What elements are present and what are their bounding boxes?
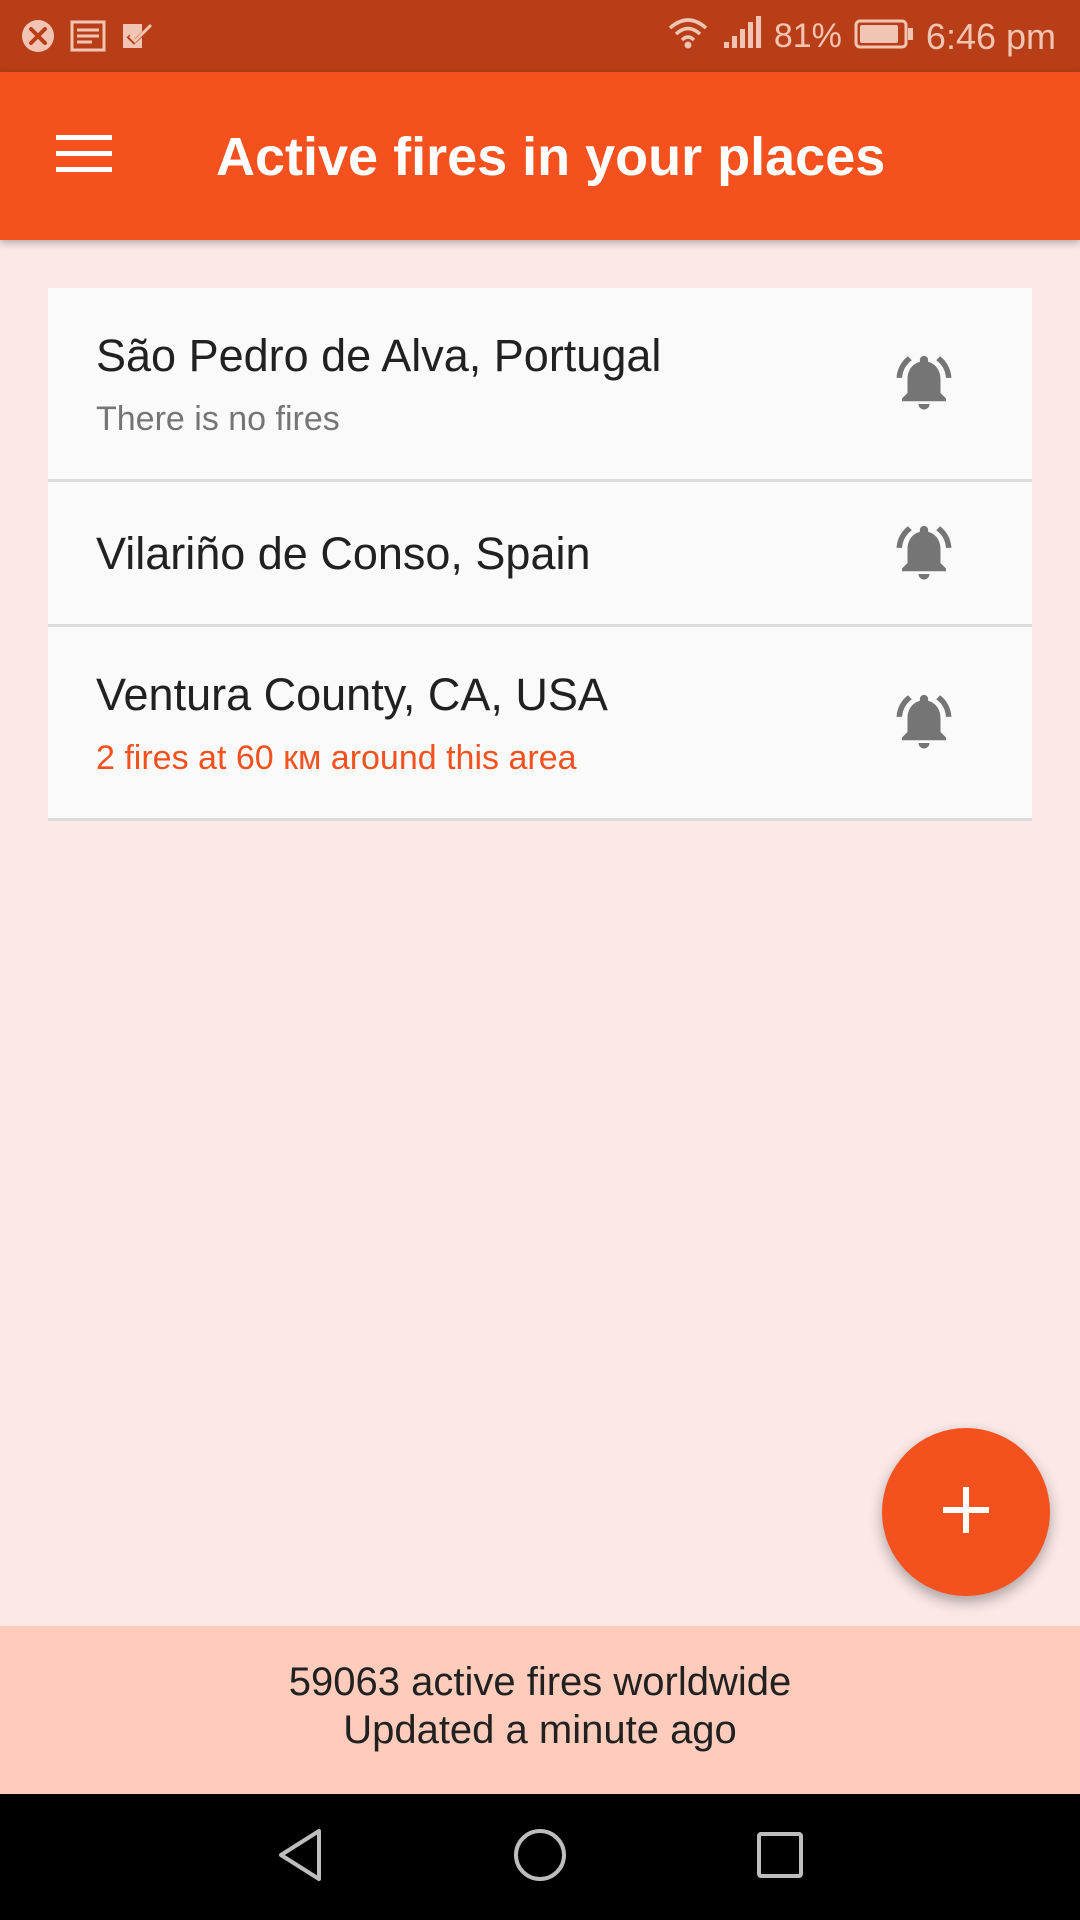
place-card[interactable]: Ventura County, CA, USA 2 fires at 60 км… — [48, 627, 1032, 821]
notification-icons — [20, 18, 154, 59]
place-fire-status: There is no fires — [96, 400, 340, 438]
home-circle-icon — [512, 1827, 568, 1888]
place-name: São Pedro de Alva, Portugal — [96, 330, 662, 381]
back-button[interactable] — [270, 1827, 330, 1887]
menu-button[interactable] — [52, 124, 116, 188]
back-triangle-icon — [275, 1827, 325, 1888]
alert-toggle-button[interactable] — [888, 687, 960, 759]
system-status: 81% 6:46 pm — [666, 14, 1056, 59]
place-name: Ventura County, CA, USA — [96, 669, 608, 720]
page-title: Active fires in your places — [216, 127, 886, 187]
news-icon — [70, 20, 106, 57]
place-card[interactable]: Vilariño de Conso, Spain — [48, 482, 1032, 627]
bell-ringing-icon — [891, 519, 957, 590]
bell-ringing-icon — [891, 349, 957, 420]
signal-icon — [722, 14, 762, 59]
app-bar: Active fires in your places — [0, 72, 1080, 240]
hamburger-menu-icon — [56, 133, 112, 180]
clock: 6:46 pm — [925, 15, 1056, 57]
alert-toggle-button[interactable] — [888, 518, 960, 590]
wifi-icon — [666, 14, 710, 59]
task-check-icon — [120, 20, 154, 57]
battery-icon — [854, 16, 914, 58]
last-updated: Updated a minute ago — [343, 1708, 737, 1752]
home-button[interactable] — [510, 1827, 570, 1887]
alert-toggle-button[interactable] — [888, 348, 960, 420]
place-fire-status: 2 fires at 60 км around this area — [96, 739, 577, 777]
add-place-button[interactable] — [882, 1428, 1050, 1596]
place-name: Vilariño de Conso, Spain — [96, 528, 591, 579]
app-error-icon — [20, 18, 56, 59]
recents-button[interactable] — [750, 1827, 810, 1887]
fires-summary-footer: 59063 active fires worldwide Updated a m… — [0, 1626, 1080, 1794]
recents-square-icon — [755, 1830, 805, 1885]
place-card[interactable]: São Pedro de Alva, Portugal There is no … — [48, 288, 1032, 482]
active-fires-count: 59063 active fires worldwide — [288, 1660, 792, 1704]
status-bar: 81% 6:46 pm — [0, 0, 1080, 72]
system-nav-bar — [0, 1794, 1080, 1920]
bell-ringing-icon — [891, 688, 957, 759]
plus-icon — [941, 1485, 991, 1540]
battery-percent: 81% — [773, 17, 842, 55]
places-list: São Pedro de Alva, Portugal There is no … — [48, 288, 1032, 821]
